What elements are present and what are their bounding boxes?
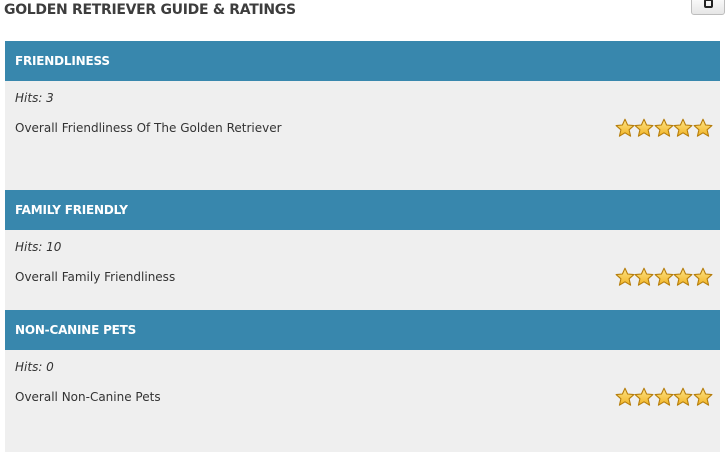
hits-count: Hits: 10 — [15, 240, 62, 254]
section-header: NON-CANINE PETS — [5, 310, 720, 350]
star-rating[interactable] — [615, 267, 713, 287]
star-icon[interactable] — [615, 118, 635, 138]
rating-section-family-friendly: FAMILY FRIENDLY Hits: 10 Overall Family … — [5, 190, 720, 310]
corner-button[interactable] — [691, 0, 725, 15]
section-body: Hits: 0 Overall Non-Canine Pets — [5, 350, 720, 452]
rating-item-label: Overall Friendliness Of The Golden Retri… — [15, 121, 282, 135]
hits-count: Hits: 0 — [15, 360, 54, 374]
page-title: GOLDEN RETRIEVER GUIDE & RATINGS — [4, 2, 296, 18]
rating-section-non-canine-pets: NON-CANINE PETS Hits: 0 Overall Non-Cani… — [5, 310, 720, 452]
star-icon[interactable] — [654, 387, 674, 407]
section-header: FAMILY FRIENDLY — [5, 190, 720, 230]
star-icon[interactable] — [673, 118, 693, 138]
hits-count: Hits: 3 — [15, 91, 54, 105]
rating-item-label: Overall Family Friendliness — [15, 270, 176, 284]
section-body: Hits: 3 Overall Friendliness Of The Gold… — [5, 81, 720, 190]
star-icon[interactable] — [693, 387, 713, 407]
star-icon[interactable] — [693, 267, 713, 287]
star-rating[interactable] — [615, 387, 713, 407]
star-icon[interactable] — [654, 118, 674, 138]
page: GOLDEN RETRIEVER GUIDE & RATINGS FRIENDL… — [0, 0, 725, 452]
rating-item-label: Overall Non-Canine Pets — [15, 390, 161, 404]
star-rating[interactable] — [615, 118, 713, 138]
star-icon[interactable] — [615, 267, 635, 287]
star-icon[interactable] — [673, 267, 693, 287]
star-icon[interactable] — [634, 118, 654, 138]
star-icon[interactable] — [654, 267, 674, 287]
rating-section-friendliness: FRIENDLINESS Hits: 3 Overall Friendlines… — [5, 41, 720, 190]
star-icon[interactable] — [615, 387, 635, 407]
section-body: Hits: 10 Overall Family Friendliness — [5, 230, 720, 310]
section-header: FRIENDLINESS — [5, 41, 720, 81]
star-icon[interactable] — [634, 387, 654, 407]
star-icon[interactable] — [634, 267, 654, 287]
star-icon[interactable] — [673, 387, 693, 407]
camera-icon — [704, 0, 713, 8]
star-icon[interactable] — [693, 118, 713, 138]
